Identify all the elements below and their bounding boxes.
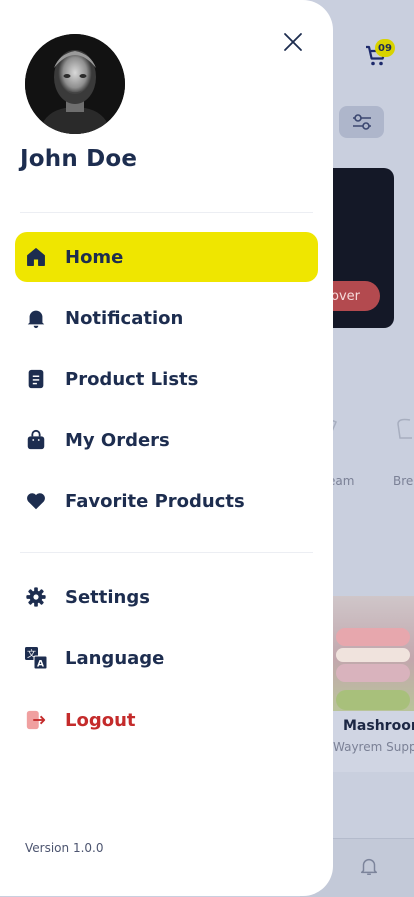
menu-item-label: Settings xyxy=(65,586,150,608)
translate-icon: 文 A xyxy=(24,646,48,670)
menu-item-label: Language xyxy=(65,647,165,669)
menu-item-logout[interactable]: Logout xyxy=(15,695,318,745)
menu-item-favorite-products[interactable]: Favorite Products xyxy=(15,476,318,526)
macaron-shape xyxy=(336,690,410,710)
bell-icon xyxy=(24,306,48,330)
logout-icon xyxy=(24,708,48,732)
user-name: John Doe xyxy=(20,146,138,172)
filter-icon xyxy=(352,114,371,130)
svg-text:A: A xyxy=(37,660,44,670)
navigation-drawer: John Doe Home Notification Product Lists… xyxy=(0,0,333,896)
avatar[interactable] xyxy=(25,34,125,134)
menu-item-label: Notification xyxy=(65,307,184,329)
app-version: Version 1.0.0 xyxy=(25,841,104,855)
bell-icon[interactable] xyxy=(358,855,380,877)
divider xyxy=(20,552,313,553)
category-label: Bre xyxy=(393,474,414,488)
menu-item-label: Product Lists xyxy=(65,368,199,390)
menu-item-language[interactable]: 文 A Language xyxy=(15,633,318,683)
macaron-shape xyxy=(336,628,410,646)
heart-icon xyxy=(24,489,48,513)
list-document-icon xyxy=(24,367,48,391)
divider xyxy=(20,212,313,213)
menu-item-settings[interactable]: Settings xyxy=(15,572,318,622)
bread-icon xyxy=(397,418,412,439)
cart-count-badge: 09 xyxy=(375,39,395,57)
menu-item-product-lists[interactable]: Product Lists xyxy=(15,354,318,404)
product-name: Mashroom xyxy=(343,718,414,734)
macaron-shape xyxy=(336,648,410,662)
gear-icon xyxy=(24,585,48,609)
filter-button[interactable] xyxy=(339,106,384,138)
home-icon xyxy=(24,245,48,269)
menu-item-my-orders[interactable]: My Orders xyxy=(15,415,318,465)
menu-item-home[interactable]: Home xyxy=(15,232,318,282)
product-shop: Wayrem Supp xyxy=(333,740,414,754)
shopping-bag-icon xyxy=(24,428,48,452)
menu-item-label: Home xyxy=(65,246,124,268)
menu-item-label: My Orders xyxy=(65,429,170,451)
macaron-shape xyxy=(336,664,410,682)
menu-item-notification[interactable]: Notification xyxy=(15,293,318,343)
menu-item-label: Logout xyxy=(65,709,136,731)
user-photo xyxy=(25,34,125,134)
menu-item-label: Favorite Products xyxy=(65,490,245,512)
close-icon[interactable] xyxy=(279,28,307,56)
